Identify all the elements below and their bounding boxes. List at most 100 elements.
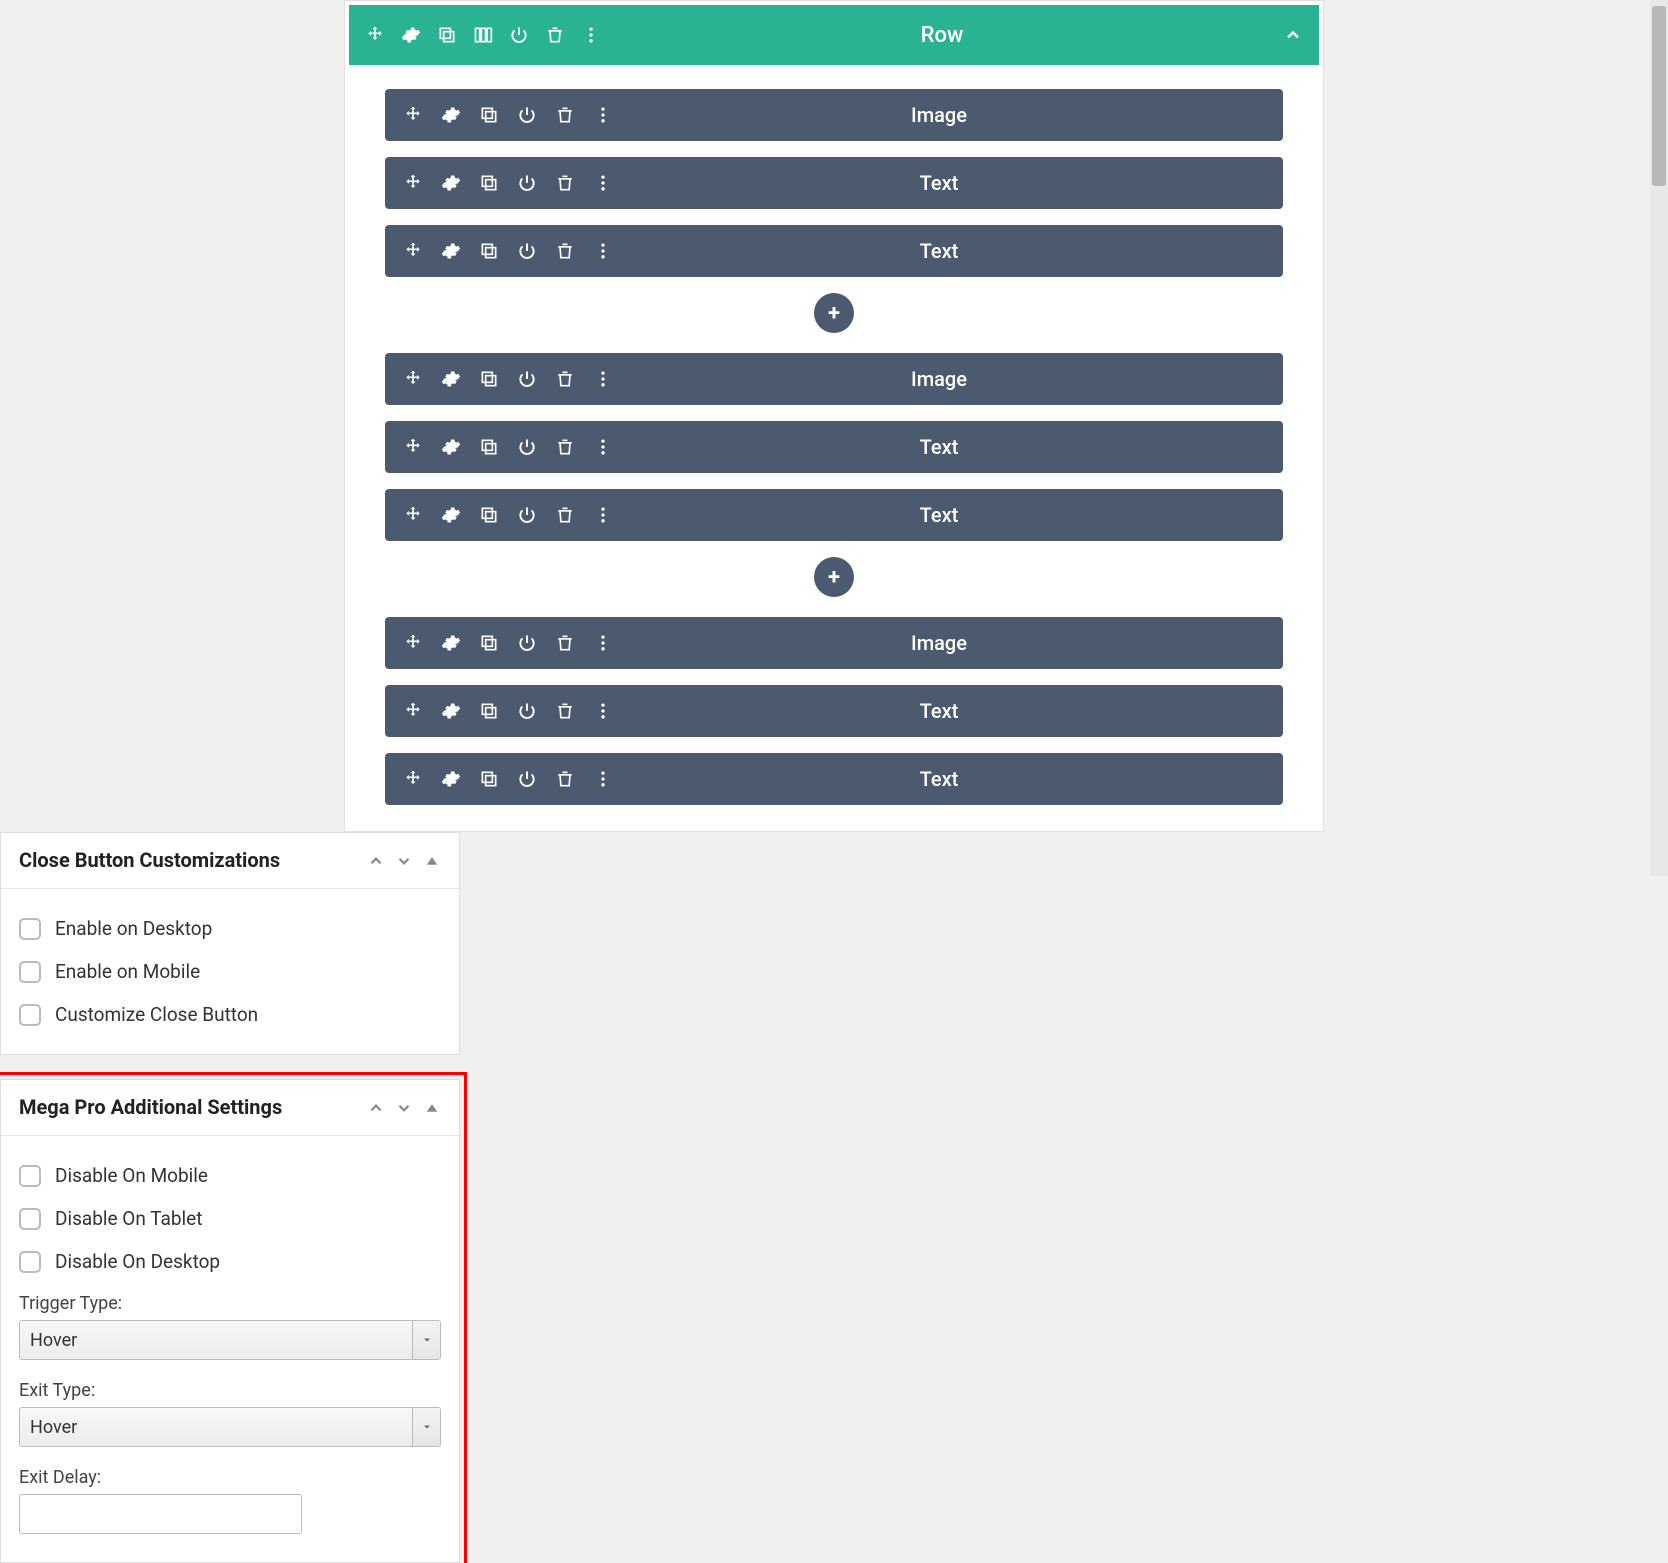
triangle-up-icon[interactable]	[423, 1099, 441, 1117]
more-icon[interactable]	[593, 241, 613, 261]
exit-delay-input[interactable]	[19, 1494, 302, 1534]
chevron-up-icon[interactable]	[1283, 25, 1303, 45]
module-image[interactable]: Image	[385, 617, 1283, 669]
duplicate-icon[interactable]	[479, 633, 499, 653]
panel-header[interactable]: Close Button Customizations	[1, 833, 459, 889]
checkbox[interactable]	[19, 1165, 41, 1187]
module-label: Text	[613, 435, 1265, 459]
panel-header[interactable]: Mega Pro Additional Settings	[1, 1080, 459, 1136]
columns-icon[interactable]	[473, 25, 493, 45]
more-icon[interactable]	[593, 437, 613, 457]
exit-type-select[interactable]: Hover	[19, 1407, 441, 1447]
more-icon[interactable]	[593, 369, 613, 389]
option-disable-tablet[interactable]: Disable On Tablet	[19, 1197, 441, 1240]
option-enable-mobile[interactable]: Enable on Mobile	[19, 950, 441, 993]
duplicate-icon[interactable]	[479, 105, 499, 125]
module-image[interactable]: Image	[385, 89, 1283, 141]
module-label: Text	[613, 699, 1265, 723]
chevron-down-icon[interactable]	[395, 1099, 413, 1117]
gear-icon[interactable]	[441, 437, 461, 457]
chevron-up-icon[interactable]	[367, 852, 385, 870]
checkbox[interactable]	[19, 961, 41, 983]
chevron-up-icon[interactable]	[367, 1099, 385, 1117]
gear-icon[interactable]	[441, 241, 461, 261]
gear-icon[interactable]	[401, 25, 421, 45]
trash-icon[interactable]	[555, 369, 575, 389]
move-icon[interactable]	[365, 25, 385, 45]
move-icon[interactable]	[403, 505, 423, 525]
duplicate-icon[interactable]	[479, 173, 499, 193]
scrollbar-thumb[interactable]	[1652, 6, 1666, 186]
more-icon[interactable]	[593, 173, 613, 193]
move-icon[interactable]	[403, 769, 423, 789]
more-icon[interactable]	[593, 505, 613, 525]
checkbox[interactable]	[19, 918, 41, 940]
trash-icon[interactable]	[555, 701, 575, 721]
move-icon[interactable]	[403, 437, 423, 457]
move-icon[interactable]	[403, 633, 423, 653]
power-icon[interactable]	[517, 633, 537, 653]
checkbox[interactable]	[19, 1251, 41, 1273]
more-icon[interactable]	[581, 25, 601, 45]
gear-icon[interactable]	[441, 701, 461, 721]
triangle-up-icon[interactable]	[423, 852, 441, 870]
power-icon[interactable]	[517, 241, 537, 261]
move-icon[interactable]	[403, 105, 423, 125]
duplicate-icon[interactable]	[437, 25, 457, 45]
move-icon[interactable]	[403, 173, 423, 193]
more-icon[interactable]	[593, 633, 613, 653]
option-disable-desktop[interactable]: Disable On Desktop	[19, 1240, 441, 1283]
power-icon[interactable]	[517, 505, 537, 525]
duplicate-icon[interactable]	[479, 241, 499, 261]
trash-icon[interactable]	[555, 105, 575, 125]
gear-icon[interactable]	[441, 369, 461, 389]
trash-icon[interactable]	[555, 241, 575, 261]
module-text[interactable]: Text	[385, 421, 1283, 473]
duplicate-icon[interactable]	[479, 369, 499, 389]
scrollbar[interactable]	[1650, 0, 1668, 876]
trash-icon[interactable]	[555, 505, 575, 525]
power-icon[interactable]	[517, 769, 537, 789]
duplicate-icon[interactable]	[479, 701, 499, 721]
power-icon[interactable]	[517, 437, 537, 457]
trash-icon[interactable]	[555, 633, 575, 653]
move-icon[interactable]	[403, 701, 423, 721]
module-text[interactable]: Text	[385, 753, 1283, 805]
duplicate-icon[interactable]	[479, 769, 499, 789]
more-icon[interactable]	[593, 769, 613, 789]
module-text[interactable]: Text	[385, 157, 1283, 209]
option-customize-close[interactable]: Customize Close Button	[19, 993, 441, 1036]
add-module-button[interactable]: +	[814, 557, 854, 597]
more-icon[interactable]	[593, 105, 613, 125]
trash-icon[interactable]	[555, 769, 575, 789]
power-icon[interactable]	[517, 369, 537, 389]
gear-icon[interactable]	[441, 105, 461, 125]
trash-icon[interactable]	[545, 25, 565, 45]
duplicate-icon[interactable]	[479, 505, 499, 525]
move-icon[interactable]	[403, 241, 423, 261]
module-image[interactable]: Image	[385, 353, 1283, 405]
gear-icon[interactable]	[441, 633, 461, 653]
move-icon[interactable]	[403, 369, 423, 389]
gear-icon[interactable]	[441, 505, 461, 525]
gear-icon[interactable]	[441, 173, 461, 193]
module-text[interactable]: Text	[385, 489, 1283, 541]
power-icon[interactable]	[517, 105, 537, 125]
more-icon[interactable]	[593, 701, 613, 721]
trash-icon[interactable]	[555, 437, 575, 457]
module-text[interactable]: Text	[385, 685, 1283, 737]
duplicate-icon[interactable]	[479, 437, 499, 457]
checkbox[interactable]	[19, 1004, 41, 1026]
chevron-down-icon[interactable]	[395, 852, 413, 870]
power-icon[interactable]	[517, 701, 537, 721]
checkbox[interactable]	[19, 1208, 41, 1230]
gear-icon[interactable]	[441, 769, 461, 789]
module-text[interactable]: Text	[385, 225, 1283, 277]
trigger-type-select[interactable]: Hover	[19, 1320, 441, 1360]
power-icon[interactable]	[517, 173, 537, 193]
power-icon[interactable]	[509, 25, 529, 45]
trash-icon[interactable]	[555, 173, 575, 193]
add-module-button[interactable]: +	[814, 293, 854, 333]
option-enable-desktop[interactable]: Enable on Desktop	[19, 907, 441, 950]
option-disable-mobile[interactable]: Disable On Mobile	[19, 1154, 441, 1197]
